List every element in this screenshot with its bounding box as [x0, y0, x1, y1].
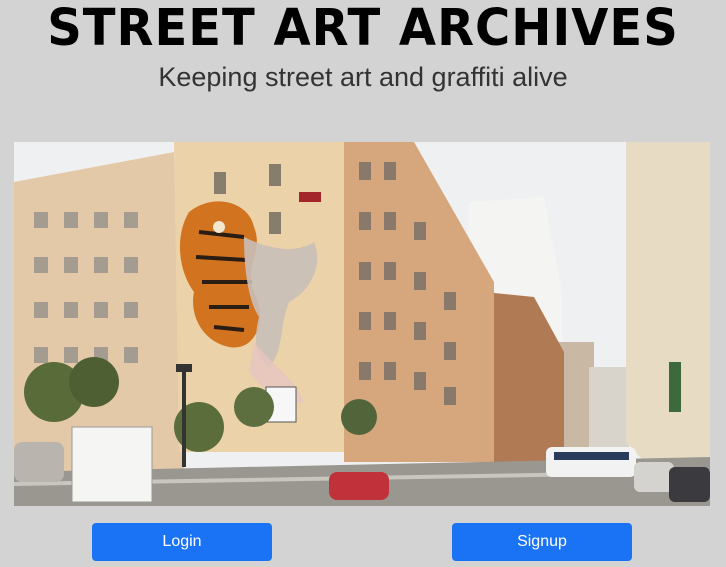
right-foreground-building: [626, 142, 710, 472]
login-button[interactable]: Login: [92, 523, 272, 561]
wall-sign: [299, 192, 321, 202]
street-lamp: [176, 364, 192, 372]
street-sign: [669, 362, 681, 412]
signup-button[interactable]: Signup: [452, 523, 632, 561]
hero-image: [14, 142, 710, 506]
street-mural-photo: [14, 142, 710, 506]
site-subtitle: Keeping street art and graffiti alive: [158, 62, 568, 92]
site-title: STREET ART ARCHIVES: [47, 0, 679, 58]
street-lamp: [182, 367, 186, 467]
page: STREET ART ARCHIVES Keeping street art a…: [0, 0, 726, 567]
kiosk: [71, 426, 153, 503]
